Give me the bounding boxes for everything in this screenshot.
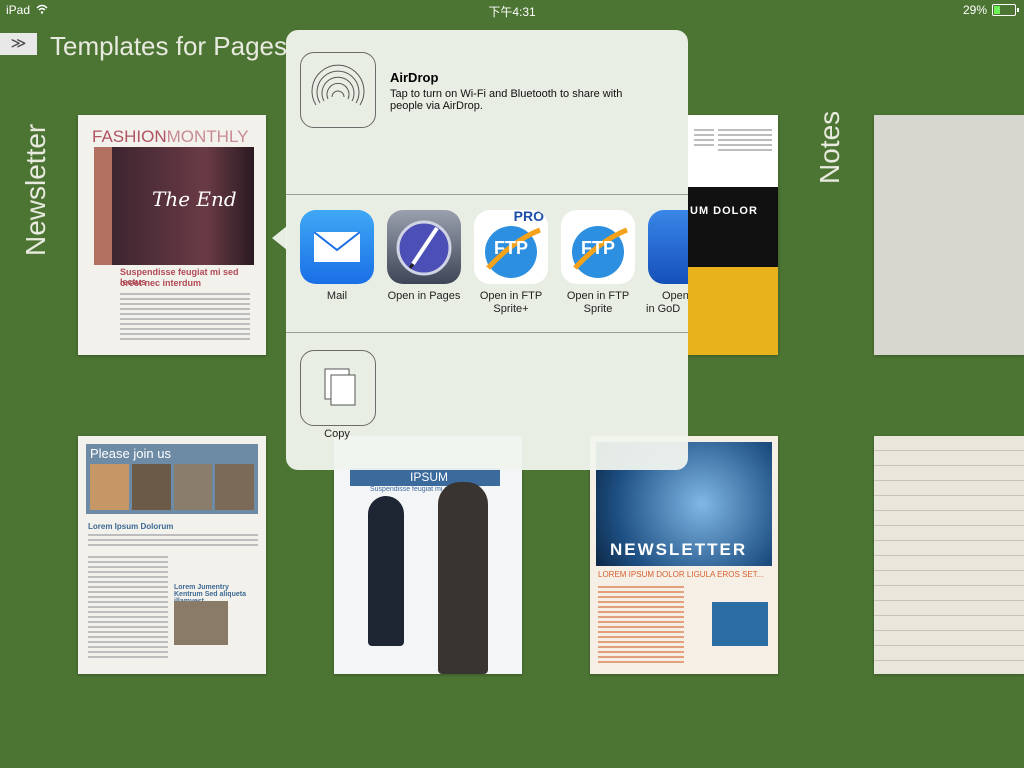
template-thumb-notes-lined[interactable] <box>874 436 1024 674</box>
copy-button[interactable] <box>300 350 376 426</box>
ftp-label: FTP <box>581 238 615 258</box>
share-sheet: AirDrop Tap to turn on Wi-Fi and Bluetoo… <box>286 30 688 470</box>
business-top: IPSUM <box>410 470 449 484</box>
divider <box>286 332 688 333</box>
join-heading: Lorem Ipsum Dolorum <box>88 522 174 531</box>
newsletter-title: NEWSLETTER <box>610 540 748 559</box>
mail-icon <box>300 210 374 284</box>
business-woman-image <box>368 496 404 646</box>
section-label-notes: Notes <box>814 110 845 184</box>
share-app-label: Open in Pages <box>387 290 461 302</box>
share-app-ftp-sprite-plus[interactable]: PRO FTP Open in FTP Sprite+ <box>472 210 550 316</box>
fashion-body-text <box>120 293 250 343</box>
ftp-icon: FTP <box>561 210 635 284</box>
share-app-ftp-sprite[interactable]: FTP Open in FTP Sprite <box>559 210 637 316</box>
airdrop-icon[interactable] <box>300 52 376 128</box>
newsletter-headline: LOREM IPSUM DOLOR LIGULA EROS SET... <box>598 570 764 579</box>
dolor-banner: UM DOLOR <box>690 205 758 217</box>
copy-icon <box>324 368 356 406</box>
airdrop-description: Tap to turn on Wi-Fi and Bluetooth to sh… <box>390 88 623 112</box>
ftp-label: FTP <box>494 238 528 258</box>
business-man-image <box>438 482 488 674</box>
template-thumb-newsletter[interactable]: NEWSLETTER LOREM IPSUM DOLOR LIGULA EROS… <box>590 436 778 674</box>
ftp-pro-badge: PRO <box>513 210 544 224</box>
fashion-cover-text: The End <box>152 187 237 211</box>
template-thumb-notes-paper[interactable] <box>874 115 1024 355</box>
pages-icon <box>387 210 461 284</box>
page-title: Templates for Pages <box>50 31 288 61</box>
share-app-mail[interactable]: Mail <box>298 210 376 303</box>
fashion-cover-image: The End <box>94 147 254 265</box>
template-thumb-fashion[interactable]: FASHIONMONTHLY The End Suspendisse feugi… <box>78 115 266 355</box>
fashion-subhead: oreet nec interdum <box>120 278 202 288</box>
battery-percent: 29% <box>962 3 987 17</box>
share-app-label: Open in FTP Sprite <box>566 290 630 315</box>
divider <box>286 194 688 195</box>
popover-arrow <box>272 226 287 250</box>
battery-icon <box>992 4 1019 16</box>
fashion-title-b: MONTHLY <box>166 127 249 146</box>
share-app-label: Open in GoD <box>646 290 688 315</box>
expand-sidebar-button[interactable]: ≫ <box>0 33 37 55</box>
share-app-label: Open in FTP Sprite+ <box>479 290 543 315</box>
status-bar: iPad 下午4:31 29% <box>0 0 1024 20</box>
share-app-pages[interactable]: Open in Pages <box>385 210 463 303</box>
copy-label: Copy <box>324 428 350 440</box>
section-label-newsletter: Newsletter <box>20 123 51 256</box>
fashion-title-a: FASHION <box>92 127 167 146</box>
ftp-pro-icon: PRO FTP <box>474 210 548 284</box>
clock: 下午4:31 <box>488 5 536 19</box>
template-thumb-business[interactable]: IPSUM Suspendisse feugiat mi sed lectus <box>334 436 522 674</box>
airdrop-title: AirDrop <box>390 70 439 85</box>
share-app-godocs[interactable]: Open in GoD <box>646 210 688 316</box>
share-app-label: Mail <box>326 290 348 302</box>
template-thumb-dolor[interactable]: UM DOLOR <box>688 115 778 355</box>
godocs-icon <box>648 210 688 284</box>
template-thumb-join[interactable]: Please join us Lorem Ipsum Dolorum Lorem… <box>78 436 266 674</box>
join-banner: Please join us <box>90 446 171 461</box>
